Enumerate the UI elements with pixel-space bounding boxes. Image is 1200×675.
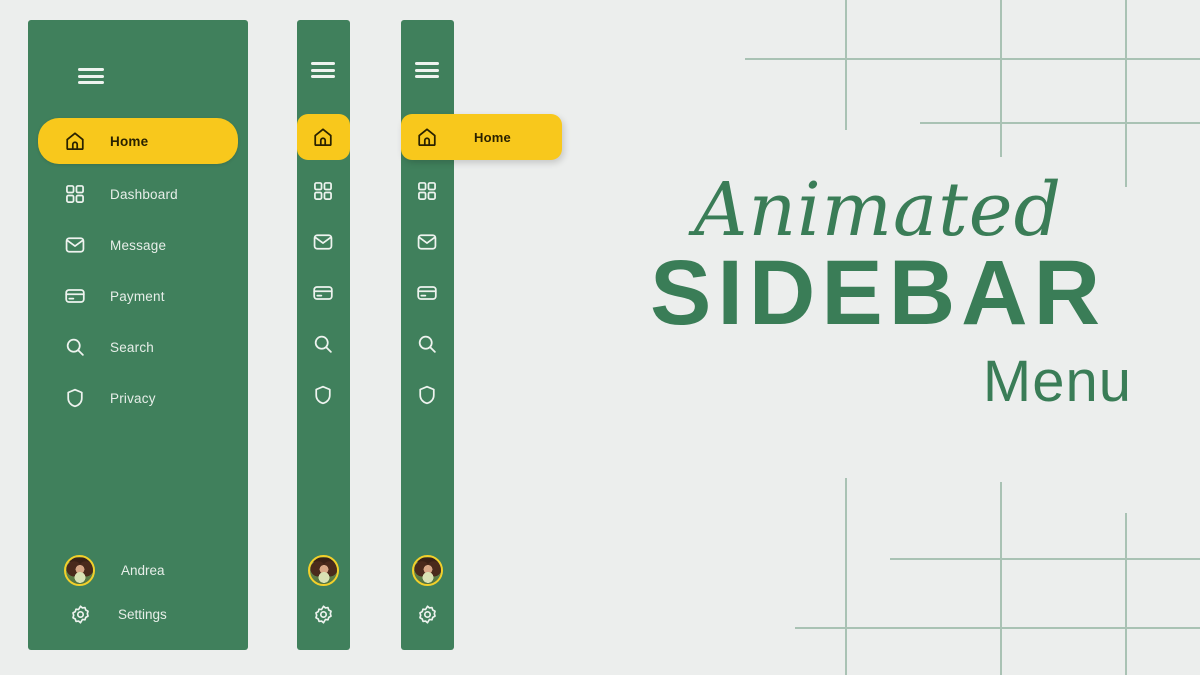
search-icon [312,333,334,355]
user-profile-row[interactable] [297,548,350,592]
hero-script-line: Animated [694,167,1062,253]
sidebar-item-home[interactable]: Home [297,114,350,160]
sidebar-item-label: Payment [110,288,165,304]
sidebar-item-label: Dashboard [110,186,178,202]
hamburger-bar [311,62,335,65]
avatar [308,554,339,586]
payment-icon [312,282,334,304]
grid-line-horizontal [920,122,1200,124]
sidebar-item-label: Home [110,133,149,149]
sidebar-nav-expanded: Home Dashboard Message Payment Search Pr… [38,118,238,428]
dashboard-icon [416,180,438,202]
hamburger-bar [415,68,439,72]
user-profile-row[interactable]: Andrea [64,548,248,592]
sidebar-item-message[interactable]: Message [401,221,454,262]
sidebar-item-settings[interactable]: Settings [64,592,248,636]
avatar [412,554,443,586]
hamburger-bar [311,68,335,72]
sidebar-collapsed-with-flyout: Home Dashboard [401,20,562,650]
grid-line-vertical [1000,482,1002,675]
sidebar-item-privacy[interactable]: Privacy [38,377,238,419]
avatar [64,554,95,586]
sidebar-item-message[interactable]: Message [38,224,238,266]
sidebar-footer [297,548,350,636]
gear-icon [69,603,91,625]
privacy-icon [312,384,334,406]
sidebar-item-dashboard[interactable]: Dashboard [401,170,454,211]
message-icon [312,231,334,253]
hamburger-menu-button[interactable] [78,68,104,84]
sidebar-item-search[interactable]: Search [38,326,238,368]
sidebar-item-label: Settings [118,606,167,622]
payment-icon [64,285,86,307]
sidebar-item-label: Privacy [110,390,156,406]
hamburger-bar [78,74,104,78]
message-icon [64,234,86,256]
search-icon [64,336,86,358]
hamburger-bar [415,62,439,65]
sidebar-item-search[interactable]: Search [297,323,350,364]
grid-line-vertical [1125,513,1127,675]
sidebar-footer [401,548,454,636]
hamburger-bar [78,68,104,71]
grid-line-vertical [845,0,847,130]
hamburger-bar [78,81,104,84]
home-icon [64,130,86,152]
hamburger-menu-button[interactable] [311,62,335,78]
home-icon [416,126,438,148]
sidebar-item-privacy[interactable]: Privacy [297,374,350,415]
hero-main-line: SIDEBAR [649,242,1107,345]
hamburger-menu-button[interactable] [415,62,439,78]
sidebar-item-payment[interactable]: Payment [38,275,238,317]
message-icon [416,231,438,253]
grid-line-vertical [1125,0,1127,187]
sidebar-item-privacy[interactable]: Privacy [401,374,454,415]
sidebar-footer: Andrea Settings [64,548,248,636]
user-profile-row[interactable] [401,548,454,592]
payment-icon [416,282,438,304]
sidebar-nav-collapsed: Home Dashboard [401,114,562,425]
hero-sub-line: Menu [982,349,1132,415]
home-icon [312,126,334,148]
dashboard-icon [312,180,334,202]
grid-line-horizontal [795,627,1200,629]
grid-line-horizontal [890,558,1200,560]
sidebar-item-dashboard[interactable]: Dashboard [297,170,350,211]
hamburger-bar [311,75,335,78]
sidebar-item-home[interactable]: Home [38,118,238,164]
sidebar-collapsed: Home Dashboard [297,20,350,650]
hamburger-bar [415,75,439,78]
sidebar-item-label: Search [110,339,154,355]
sidebar-item-label: Message [110,237,167,253]
sidebar-item-label: Home [474,129,511,145]
sidebar-item-settings[interactable] [401,592,454,636]
privacy-icon [64,387,86,409]
sidebar-item-search[interactable]: Search [401,323,454,364]
search-icon [416,333,438,355]
sidebar-item-settings[interactable] [297,592,350,636]
grid-line-horizontal [745,58,1200,60]
sidebar-item-message[interactable]: Message [297,221,350,262]
gear-icon [313,603,335,625]
hero-text-block: Animated SIDEBAR Menu [618,167,1138,415]
sidebar-item-payment[interactable]: Payment [401,272,454,313]
dashboard-icon [64,183,86,205]
sidebar-item-payment[interactable]: Payment [297,272,350,313]
sidebar-item-home[interactable]: Home [401,114,562,160]
screenshot-canvas: Home Dashboard Message Payment Search Pr… [0,0,1200,675]
grid-line-vertical [845,478,847,675]
sidebar-item-dashboard[interactable]: Dashboard [38,173,238,215]
grid-line-vertical [1000,0,1002,157]
sidebar-expanded: Home Dashboard Message Payment Search Pr… [28,20,248,650]
user-name: Andrea [121,562,165,578]
privacy-icon [416,384,438,406]
sidebar-nav-collapsed: Home Dashboard [297,114,350,425]
gear-icon [417,603,439,625]
